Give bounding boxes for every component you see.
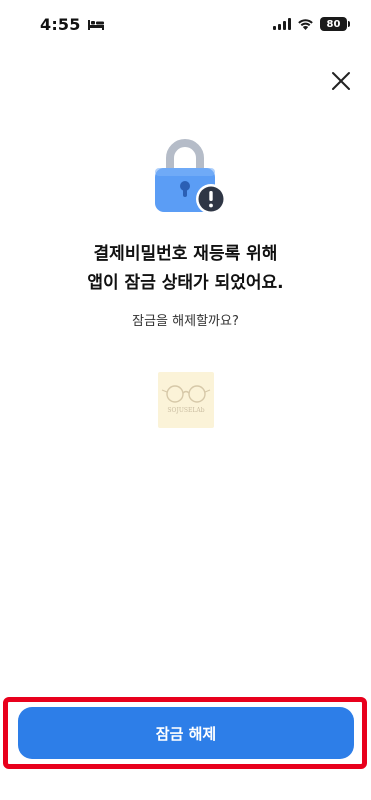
unlock-question: 잠금을 해제할까요? — [132, 314, 239, 329]
status-left: 4:55 — [40, 15, 105, 34]
glasses-icon — [161, 385, 211, 403]
lock-alert-icon — [145, 134, 231, 220]
watermark-logo: SOJUSELAb — [158, 372, 214, 428]
lock-message-title: 결제비밀번호 재등록 위해 앱이 잠금 상태가 되었어요. — [0, 240, 371, 298]
cellular-signal-icon — [273, 15, 291, 34]
close-icon — [332, 72, 350, 90]
app-screen: 4:55 80 결제비밀번호 재등록 위해 앱이 잠금 상태가 되었어요. 잠금… — [0, 0, 371, 800]
lock-message-line2: 앱이 잠금 상태가 되었어요. — [87, 273, 284, 293]
close-button[interactable] — [326, 66, 356, 96]
unlock-button[interactable]: 잠금 해제 — [18, 707, 354, 759]
battery-icon: 80 — [320, 17, 350, 31]
status-right: 80 — [273, 15, 350, 34]
status-time: 4:55 — [40, 14, 81, 34]
wifi-icon — [297, 15, 314, 34]
bed-icon — [87, 15, 105, 34]
status-bar: 4:55 80 — [0, 0, 371, 48]
watermark-text: SOJUSELAb — [167, 407, 205, 414]
lock-message-line1: 결제비밀번호 재등록 위해 — [93, 244, 278, 264]
